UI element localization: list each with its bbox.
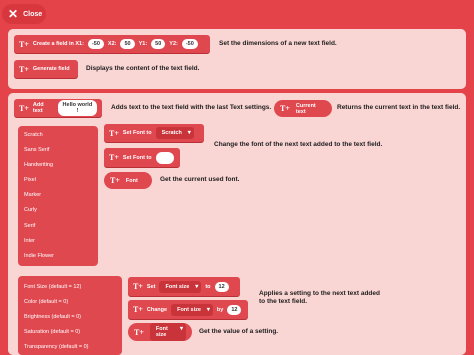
- font-reporter-block[interactable]: T+ Font: [104, 172, 152, 189]
- text-plus-icon: T+: [110, 176, 120, 185]
- y2-label: Y2:: [169, 41, 178, 47]
- set-font-label: Set Font to: [122, 130, 152, 136]
- set-font-block[interactable]: T+ Set Font to Scratch: [104, 124, 204, 142]
- font-option[interactable]: Handwriting: [18, 158, 98, 173]
- by-label: by: [216, 306, 224, 313]
- y1-label: Y1:: [138, 41, 148, 47]
- setting-option[interactable]: Color (default = 0): [18, 295, 122, 310]
- setting-option[interactable]: Font Size (default = 12): [18, 280, 122, 295]
- create-field-desc: Set the dimensions of a new text field.: [219, 40, 337, 47]
- x2-input[interactable]: 50: [120, 39, 135, 49]
- create-field-block[interactable]: T+ Create a field in X1: -50 X2: 50 Y1: …: [14, 35, 210, 53]
- generate-field-block[interactable]: T+ Generate field: [14, 60, 78, 78]
- font-option[interactable]: Indie Flower: [18, 249, 98, 264]
- text-plus-icon: T+: [133, 305, 143, 314]
- current-text-label: Current text: [295, 102, 316, 115]
- font-reporter-desc: Get the current used font.: [160, 176, 240, 183]
- text-plus-icon: T+: [280, 104, 290, 113]
- setting-reporter-desc: Get the value of a setting.: [199, 328, 279, 335]
- change-setting-label: Change: [146, 306, 168, 313]
- add-text-block[interactable]: T+ Add text Hello world !: [14, 99, 102, 117]
- change-value-input[interactable]: 12: [227, 304, 242, 315]
- set-font-blank-block[interactable]: T+ Set Font to: [104, 148, 180, 167]
- text-plus-icon: T+: [134, 327, 144, 337]
- setting-select[interactable]: Font size: [159, 280, 202, 293]
- font-option[interactable]: Marker: [18, 188, 98, 203]
- setting-option[interactable]: Brightness (default = 0): [18, 310, 122, 325]
- font-option[interactable]: Pixel: [18, 173, 98, 188]
- text-plus-icon: T+: [133, 282, 143, 291]
- close-icon: ✕: [8, 7, 19, 21]
- set-font-blank-label: Set Font to: [122, 154, 152, 161]
- current-text-desc: Returns the current text in the text fie…: [337, 104, 461, 111]
- change-setting-block[interactable]: T+ Change Font size by 12: [128, 300, 248, 319]
- set-font-desc: Change the font of the next text added t…: [214, 141, 383, 148]
- create-field-label: Create a field in X1:: [32, 41, 84, 47]
- font-option[interactable]: Sans Serif: [18, 143, 98, 158]
- text-plus-icon: T+: [19, 64, 29, 74]
- close-label: Close: [23, 10, 43, 18]
- font-option[interactable]: Inter: [18, 234, 98, 249]
- font-select[interactable]: Scratch: [155, 127, 194, 139]
- x1-input[interactable]: -50: [87, 39, 104, 49]
- font-reporter-label: Font: [125, 177, 138, 184]
- setting-select[interactable]: Font size: [149, 323, 186, 341]
- font-option[interactable]: Curly: [18, 203, 98, 218]
- setting-desc: Applies a setting to the next text added…: [259, 290, 380, 306]
- setting-dropdown-list: Font Size (default = 12) Color (default …: [18, 276, 122, 355]
- y1-input[interactable]: 50: [151, 39, 166, 49]
- set-setting-block[interactable]: T+ Set Font size to 12: [128, 277, 240, 296]
- font-dropdown-list: Scratch Sans Serif Handwriting Pixel Mar…: [18, 126, 98, 266]
- font-option[interactable]: Serif: [18, 219, 98, 234]
- text-plus-icon: T+: [109, 153, 119, 162]
- add-text-desc: Adds text to the text field with the las…: [111, 104, 272, 111]
- to-label: to: [205, 283, 211, 290]
- font-value-input[interactable]: [155, 151, 174, 164]
- set-value-input[interactable]: 12: [214, 281, 229, 292]
- font-option[interactable]: Scratch: [18, 128, 98, 143]
- generate-field-label: Generate field: [32, 66, 70, 72]
- add-text-input[interactable]: Hello world !: [57, 100, 97, 116]
- setting-option[interactable]: Saturation (default = 0): [18, 325, 122, 340]
- text-plus-icon: T+: [19, 39, 29, 49]
- x2-label: X2:: [107, 41, 117, 47]
- y2-input[interactable]: -50: [181, 39, 198, 49]
- text-plus-icon: T+: [109, 128, 119, 138]
- setting-select[interactable]: Font size: [171, 303, 213, 316]
- setting-option[interactable]: Transparency (default = 0): [18, 340, 122, 355]
- generate-field-desc: Displays the content of the text field.: [86, 65, 200, 72]
- add-text-label: Add text: [32, 102, 44, 114]
- close-button[interactable]: ✕ Close: [2, 4, 46, 24]
- text-plus-icon: T+: [19, 103, 29, 113]
- set-setting-label: Set: [146, 283, 156, 290]
- current-text-block[interactable]: T+ Current text: [274, 100, 332, 117]
- setting-reporter-block[interactable]: T+ Font size: [128, 323, 192, 341]
